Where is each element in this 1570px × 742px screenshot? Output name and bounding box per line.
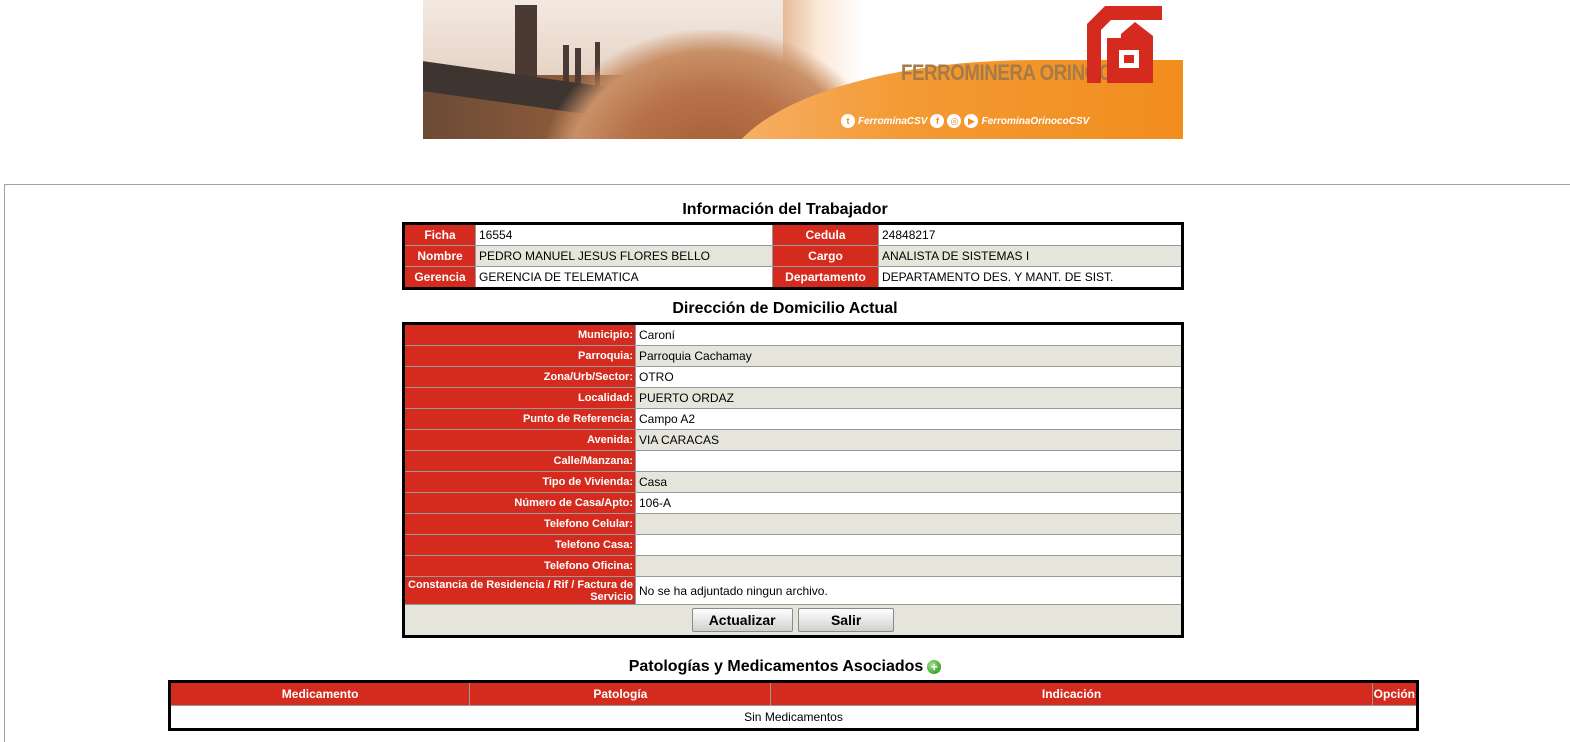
- add-medication-icon[interactable]: +: [927, 659, 942, 674]
- ficha-value: 16554: [475, 223, 773, 246]
- table-row: Ficha 16554 Cedula 24848217: [403, 223, 1183, 246]
- table-row: Sin Medicamentos: [169, 705, 1418, 730]
- table-row: Tipo de Vivienda: Casa: [403, 471, 1183, 493]
- banner-tower: [515, 5, 537, 85]
- opcion-header: Opción: [1371, 681, 1419, 706]
- ferrominera-logo-icon: [1087, 6, 1162, 83]
- numero-casa-value: 106-A: [635, 492, 1183, 514]
- nombre-label: Nombre: [403, 245, 476, 267]
- table-row: Constancia de Residencia / Rif / Factura…: [403, 576, 1183, 605]
- facebook-icon[interactable]: f: [930, 114, 945, 128]
- calle-value: [635, 450, 1183, 472]
- youtube-icon[interactable]: ▶: [964, 114, 979, 128]
- numero-casa-label: Número de Casa/Apto:: [403, 492, 636, 514]
- indicacion-header: Indicación: [770, 681, 1373, 706]
- table-row: Localidad: PUERTO ORDAZ: [403, 387, 1183, 409]
- button-cell: Actualizar Salir: [403, 604, 1183, 637]
- worker-info-title: Información del Trabajador: [682, 201, 888, 218]
- social-links: t FerrominaCSV f ◎ ▶ FerrominaOrinocoCSV: [841, 112, 1089, 130]
- telefono-oficina-label: Telefono Oficina:: [403, 555, 636, 577]
- table-row: Número de Casa/Apto: 106-A: [403, 492, 1183, 514]
- pathologies-table: Medicamento Patología Indicación Opción …: [168, 680, 1419, 731]
- cedula-label: Cedula: [772, 223, 879, 246]
- referencia-label: Punto de Referencia:: [403, 408, 636, 430]
- content-divider: [4, 184, 1570, 185]
- youtube-handle[interactable]: FerrominaOrinocoCSV: [981, 116, 1089, 127]
- constancia-label: Constancia de Residencia / Rif / Factura…: [403, 576, 636, 605]
- departamento-label: Departamento: [772, 266, 879, 289]
- button-row: Actualizar Salir: [403, 604, 1183, 637]
- address-table: Municipio: Caroní Parroquia: Parroquia C…: [402, 322, 1184, 638]
- table-row: Telefono Oficina:: [403, 555, 1183, 577]
- table-row: Parroquia: Parroquia Cachamay: [403, 345, 1183, 367]
- municipio-value: Caroní: [635, 323, 1183, 346]
- address-title: Dirección de Domicilio Actual: [672, 300, 898, 317]
- twitter-icon[interactable]: t: [841, 114, 855, 128]
- zona-label: Zona/Urb/Sector:: [403, 366, 636, 388]
- telefono-oficina-value: [635, 555, 1183, 577]
- pathologies-title-row: Patologías y Medicamentos Asociados +: [0, 658, 1570, 676]
- telefono-celular-value: [635, 513, 1183, 535]
- zona-value: OTRO: [635, 366, 1183, 388]
- table-header-row: Medicamento Patología Indicación Opción: [168, 681, 1419, 706]
- pathologies-title: Patologías y Medicamentos Asociados: [628, 658, 924, 675]
- avenida-value: VIA CARACAS: [635, 429, 1183, 451]
- twitter-handle[interactable]: FerrominaCSV: [858, 116, 927, 127]
- table-row: Gerencia GERENCIA DE TELEMATICA Departam…: [403, 266, 1183, 289]
- avenida-label: Avenida:: [403, 429, 636, 451]
- header-banner: FERROMINERA ORINOCO t FerrominaCSV f ◎ ▶…: [423, 0, 1183, 139]
- gerencia-label: Gerencia: [403, 266, 476, 289]
- municipio-label: Municipio:: [403, 323, 636, 346]
- cargo-value: ANALISTA DE SISTEMAS I: [878, 245, 1183, 267]
- table-row: Punto de Referencia: Campo A2: [403, 408, 1183, 430]
- gerencia-value: GERENCIA DE TELEMATICA: [475, 266, 773, 289]
- vivienda-value: Casa: [635, 471, 1183, 493]
- parroquia-value: Parroquia Cachamay: [635, 345, 1183, 367]
- patologia-header: Patología: [469, 681, 772, 706]
- telefono-celular-label: Telefono Celular:: [403, 513, 636, 535]
- calle-label: Calle/Manzana:: [403, 450, 636, 472]
- constancia-value: No se ha adjuntado ningun archivo.: [635, 576, 1183, 605]
- referencia-value: Campo A2: [635, 408, 1183, 430]
- nombre-value: PEDRO MANUEL JESUS FLORES BELLO: [475, 245, 773, 267]
- cedula-value: 24848217: [878, 223, 1183, 246]
- table-row: Calle/Manzana:: [403, 450, 1183, 472]
- update-button[interactable]: Actualizar: [691, 608, 793, 632]
- vivienda-label: Tipo de Vivienda:: [403, 471, 636, 493]
- departamento-value: DEPARTAMENTO DES. Y MANT. DE SIST.: [878, 266, 1183, 289]
- exit-button[interactable]: Salir: [797, 608, 895, 632]
- table-row: Telefono Celular:: [403, 513, 1183, 535]
- medicamento-header: Medicamento: [168, 681, 471, 706]
- telefono-casa-value: [635, 534, 1183, 556]
- empty-message: Sin Medicamentos: [169, 705, 1418, 730]
- table-row: Avenida: VIA CARACAS: [403, 429, 1183, 451]
- parroquia-label: Parroquia:: [403, 345, 636, 367]
- localidad-value: PUERTO ORDAZ: [635, 387, 1183, 409]
- localidad-label: Localidad:: [403, 387, 636, 409]
- table-row: Nombre PEDRO MANUEL JESUS FLORES BELLO C…: [403, 245, 1183, 267]
- table-row: Telefono Casa:: [403, 534, 1183, 556]
- worker-info-table: Ficha 16554 Cedula 24848217 Nombre PEDRO…: [402, 222, 1184, 290]
- telefono-casa-label: Telefono Casa:: [403, 534, 636, 556]
- cargo-label: Cargo: [772, 245, 879, 267]
- ficha-label: Ficha: [403, 223, 476, 246]
- table-row: Zona/Urb/Sector: OTRO: [403, 366, 1183, 388]
- table-row: Municipio: Caroní: [403, 323, 1183, 346]
- instagram-icon[interactable]: ◎: [947, 114, 962, 128]
